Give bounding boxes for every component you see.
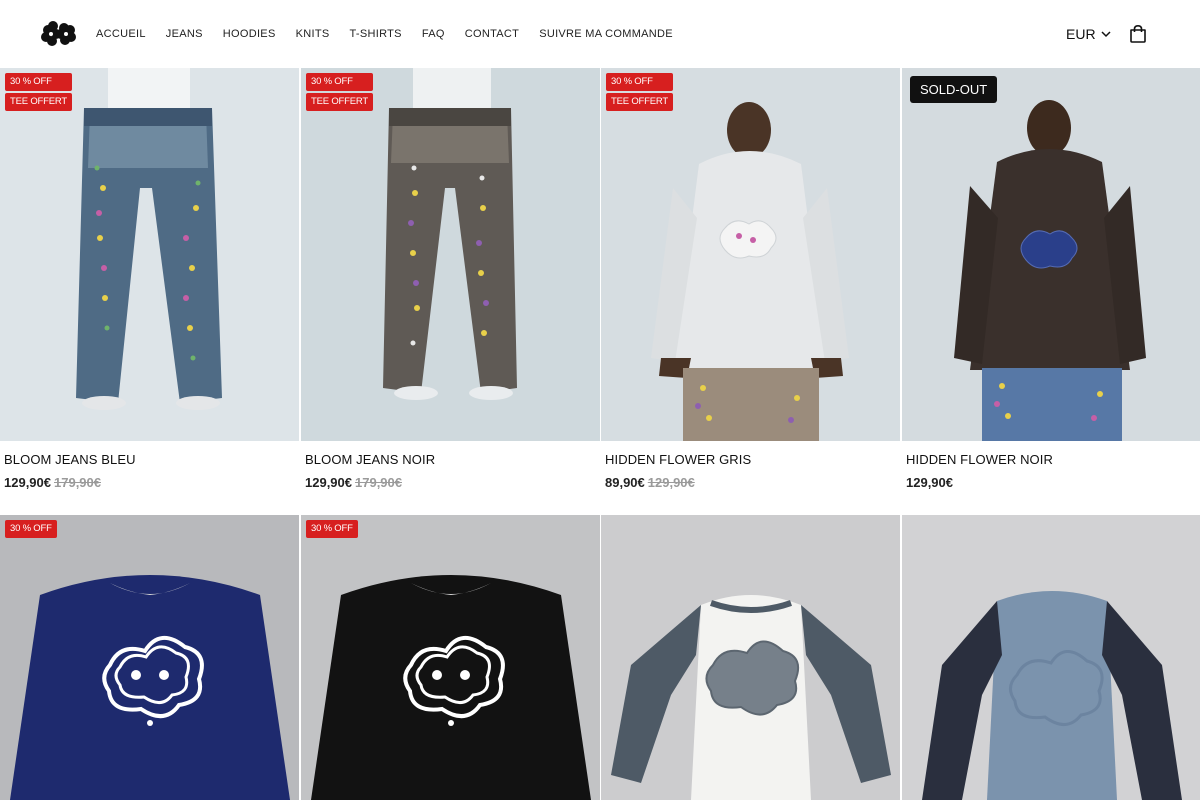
offer-badge: TEE OFFERT <box>606 93 673 111</box>
product-title[interactable]: HIDDEN FLOWER NOIR <box>906 452 1053 467</box>
discount-badge: 30 % OFF <box>306 520 358 538</box>
product-price: 129,90€ 179,90€ <box>4 475 101 490</box>
chevron-down-icon <box>1101 30 1111 37</box>
product-image <box>0 68 299 441</box>
product-image <box>301 68 600 441</box>
badge-group: 30 % OFF TEE OFFERT <box>606 73 673 111</box>
currency-selector[interactable]: EUR <box>1066 24 1111 44</box>
offer-badge: TEE OFFERT <box>306 93 373 111</box>
current-price: 129,90€ <box>305 475 352 490</box>
product-card[interactable]: 30 % OFF TEE OFFERT BLOOM JEANS NOIR 129… <box>301 68 600 508</box>
current-price: 129,90€ <box>906 475 953 490</box>
brand-logo[interactable] <box>40 20 76 48</box>
nav-jeans[interactable]: JEANS <box>166 28 203 40</box>
product-title[interactable]: BLOOM JEANS BLEU <box>4 452 136 467</box>
offer-badge: TEE OFFERT <box>5 93 72 111</box>
product-image <box>902 68 1200 441</box>
nav-contact[interactable]: CONTACT <box>465 28 519 40</box>
main-nav: ACCUEIL JEANS HOODIES KNITS T-SHIRTS FAQ… <box>96 0 693 68</box>
product-card[interactable]: 30 % OFF <box>301 515 600 800</box>
product-price: 129,90€ 179,90€ <box>305 475 402 490</box>
old-price: 179,90€ <box>355 475 402 490</box>
nav-knits[interactable]: KNITS <box>296 28 330 40</box>
old-price: 179,90€ <box>54 475 101 490</box>
nav-suivre-ma-commande[interactable]: SUIVRE MA COMMANDE <box>539 28 673 40</box>
product-image <box>0 515 299 800</box>
badge-group: 30 % OFF <box>306 520 358 538</box>
product-card[interactable]: SOLD-OUT HIDDEN FLOWER NOIR 129,90€ <box>902 68 1200 508</box>
product-title[interactable]: HIDDEN FLOWER GRIS <box>605 452 751 467</box>
sold-out-badge: SOLD-OUT <box>910 76 998 103</box>
shopping-bag-icon[interactable] <box>1128 24 1148 44</box>
product-card[interactable]: 30 % OFF TEE OFFERT BLOOM JEANS BLEU 129… <box>0 68 299 508</box>
old-price: 129,90€ <box>647 475 695 490</box>
nav-t-shirts[interactable]: T-SHIRTS <box>350 28 402 40</box>
product-card[interactable] <box>601 515 900 800</box>
discount-badge: 30 % OFF <box>306 73 373 91</box>
discount-badge: 30 % OFF <box>5 73 72 91</box>
product-price: 129,90€ <box>906 475 953 490</box>
site-header: ACCUEIL JEANS HOODIES KNITS T-SHIRTS FAQ… <box>0 0 1200 68</box>
nav-faq[interactable]: FAQ <box>422 28 445 40</box>
current-price: 129,90€ <box>4 475 51 490</box>
badge-group: 30 % OFF TEE OFFERT <box>5 73 72 111</box>
currency-label: EUR <box>1066 26 1096 42</box>
nav-hoodies[interactable]: HOODIES <box>223 28 276 40</box>
product-image <box>301 515 600 800</box>
discount-badge: 30 % OFF <box>5 520 57 538</box>
product-card[interactable]: 30 % OFF <box>0 515 299 800</box>
product-card[interactable]: 30 % OFF TEE OFFERT HIDDEN FLOWER GRIS 8… <box>601 68 900 508</box>
current-price: 89,90€ <box>605 475 645 490</box>
product-image <box>601 515 900 800</box>
product-card[interactable] <box>902 515 1200 800</box>
product-title[interactable]: BLOOM JEANS NOIR <box>305 452 435 467</box>
badge-group: 30 % OFF TEE OFFERT <box>306 73 373 111</box>
nav-accueil[interactable]: ACCUEIL <box>96 28 146 40</box>
product-image <box>601 68 900 441</box>
product-price: 89,90€ 129,90€ <box>605 475 695 490</box>
product-image <box>902 515 1200 800</box>
badge-group: 30 % OFF <box>5 520 57 538</box>
discount-badge: 30 % OFF <box>606 73 673 91</box>
